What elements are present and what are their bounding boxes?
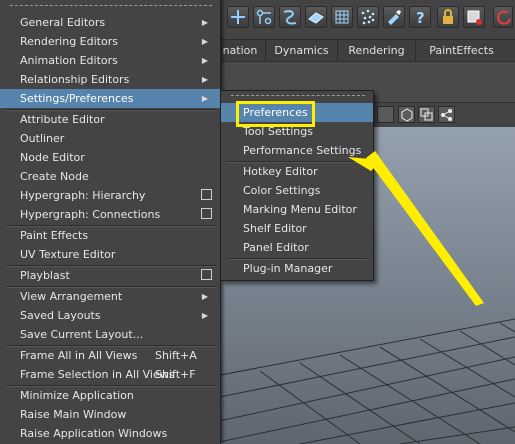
menu-item-attribute-editor[interactable]: Attribute Editor — [0, 110, 220, 129]
menu-item-label: Animation Editors — [20, 54, 118, 67]
tear-off-line[interactable] — [231, 95, 365, 96]
menu-item-saved-layouts[interactable]: Saved Layouts ▶ — [0, 306, 220, 325]
menu-item-create-node[interactable]: Create Node — [0, 167, 220, 186]
submenu-item-performance-settings[interactable]: Performance Settings — [221, 141, 373, 160]
menu-item-uv-texture-editor[interactable]: UV Texture Editor — [0, 245, 220, 264]
menu-item-label: General Editors — [20, 16, 106, 29]
menu-item-label: Outliner — [20, 132, 65, 145]
option-box-icon[interactable] — [201, 208, 212, 219]
menu-item-label: Frame Selection in All Views — [20, 368, 175, 381]
menu-item-label: UV Texture Editor — [20, 248, 116, 261]
menu-item-label: Hypergraph: Connections — [20, 208, 161, 221]
menu-item-label: Rendering Editors — [20, 35, 118, 48]
submenu-item-marking-menu-editor[interactable]: Marking Menu Editor — [221, 200, 373, 219]
menu-item-label: Settings/Preferences — [20, 92, 134, 105]
tab-animation[interactable]: nation — [215, 40, 265, 61]
option-box-icon[interactable] — [201, 269, 212, 280]
menu-item-hypergraph-connections[interactable]: Hypergraph: Connections — [0, 205, 220, 224]
submenu-item-plug-in-manager[interactable]: Plug-in Manager — [221, 259, 373, 278]
menu-item-label: Playblast — [20, 269, 70, 282]
menu-item-settings-preferences[interactable]: Settings/Preferences ▶ — [0, 89, 220, 108]
menu-item-rendering-editors[interactable]: Rendering Editors ▶ — [0, 32, 220, 51]
particles-icon[interactable] — [357, 6, 379, 28]
option-box-icon[interactable] — [201, 189, 212, 200]
submenu-arrow-icon: ▶ — [201, 37, 208, 46]
menu-item-hypergraph-hierarchy[interactable]: Hypergraph: Hierarchy — [0, 186, 220, 205]
tear-off-line[interactable] — [10, 5, 212, 6]
isolate-cube-icon[interactable] — [398, 106, 415, 123]
lattice-icon[interactable] — [331, 6, 353, 28]
create-cube-icon[interactable] — [227, 6, 249, 28]
menu-item-general-editors[interactable]: General Editors ▶ — [0, 13, 220, 32]
menu-item-frame-selection[interactable]: Frame Selection in All Views Shift+F — [0, 365, 220, 384]
menu-item-label: Raise Application Windows — [20, 427, 168, 440]
menu-item-animation-editors[interactable]: Animation Editors ▶ — [0, 51, 220, 70]
move-tool-icon[interactable] — [253, 6, 275, 28]
menu-item-relationship-editors[interactable]: Relationship Editors ▶ — [0, 70, 220, 89]
submenu-arrow-icon: ▶ — [201, 56, 208, 65]
menu-item-node-editor[interactable]: Node Editor — [0, 148, 220, 167]
submenu-item-hotkey-editor[interactable]: Hotkey Editor — [221, 162, 373, 181]
tab-rendering[interactable]: Rendering — [337, 40, 415, 61]
render-view-icon[interactable] — [463, 6, 485, 28]
menu-item-label: Paint Effects — [20, 229, 89, 242]
menu-item-raise-application-windows[interactable]: Raise Application Windows — [0, 424, 220, 443]
menu-item-label: Saved Layouts — [20, 309, 101, 322]
svg-text:?: ? — [416, 9, 425, 27]
lock-icon[interactable] — [437, 6, 459, 28]
plane-icon[interactable] — [305, 6, 327, 28]
tab-dynamics[interactable]: Dynamics — [265, 40, 337, 61]
menu-item-label: Minimize Application — [20, 389, 134, 402]
submenu-item-panel-editor[interactable]: Panel Editor — [221, 238, 373, 257]
panel-option-icon[interactable] — [377, 106, 394, 123]
submenu-item-color-settings[interactable]: Color Settings — [221, 181, 373, 200]
menu-item-raise-main-window[interactable]: Raise Main Window — [0, 405, 220, 424]
submenu-arrow-icon: ▶ — [201, 311, 208, 320]
window-menu: General Editors ▶ Rendering Editors ▶ An… — [0, 0, 221, 444]
submenu-arrow-icon: ▶ — [201, 75, 208, 84]
menu-item-label: Hypergraph: Hierarchy — [20, 189, 146, 202]
shortcut-label: Shift+A — [155, 349, 197, 362]
help-icon[interactable]: ? — [409, 6, 431, 28]
submenu-arrow-icon: ▶ — [201, 18, 208, 27]
shortcut-label: Shift+F — [155, 368, 196, 381]
curve-tool-icon[interactable] — [279, 6, 301, 28]
menu-item-label: Node Editor — [20, 151, 85, 164]
menu-item-playblast[interactable]: Playblast — [0, 266, 220, 285]
layout-icon[interactable] — [418, 106, 435, 123]
menu-item-label: Frame All in All Views — [20, 349, 138, 362]
menu-item-save-current-layout[interactable]: Save Current Layout... — [0, 325, 220, 344]
menu-item-paint-effects[interactable]: Paint Effects — [0, 226, 220, 245]
menu-item-label: Create Node — [20, 170, 89, 183]
menu-item-outliner[interactable]: Outliner — [0, 129, 220, 148]
menu-item-view-arrangement[interactable]: View Arrangement ▶ — [0, 287, 220, 306]
menu-item-label: Raise Main Window — [20, 408, 127, 421]
undo-icon[interactable] — [493, 6, 513, 28]
paint-tool-icon[interactable] — [383, 6, 405, 28]
menu-item-label: View Arrangement — [20, 290, 123, 303]
submenu-arrow-icon: ▶ — [201, 292, 208, 301]
menu-item-label: Relationship Editors — [20, 73, 130, 86]
submenu-arrow-icon: ▶ — [201, 94, 208, 103]
menu-item-frame-all[interactable]: Frame All in All Views Shift+A — [0, 346, 220, 365]
submenu-item-shelf-editor[interactable]: Shelf Editor — [221, 219, 373, 238]
menu-item-label: Save Current Layout... — [20, 328, 144, 341]
menu-item-minimize-application[interactable]: Minimize Application — [0, 386, 220, 405]
menu-item-label: Attribute Editor — [20, 113, 105, 126]
share-nodes-icon[interactable] — [438, 106, 455, 123]
highlight-box-annotation — [236, 101, 315, 127]
tab-paint-effects[interactable]: PaintEffects — [415, 40, 507, 61]
